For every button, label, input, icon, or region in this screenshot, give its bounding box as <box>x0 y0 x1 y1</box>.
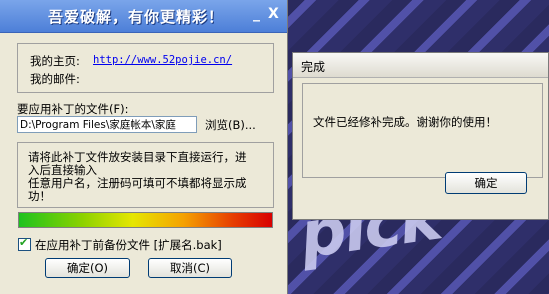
done-dialog: 完成 文件已经修补完成。谢谢你的使用！ 确定 <box>292 52 549 220</box>
instructions-box: 请将此补丁文件放安装目录下直接运行，进 入后直接输入 任意用户名，注册码可填可不… <box>17 142 274 208</box>
done-message: 文件已经修补完成。谢谢你的使用！ <box>313 115 497 129</box>
file-label: 要应用补丁的文件(F): <box>17 102 129 116</box>
browse-button[interactable]: 浏览(B)... <box>205 117 256 133</box>
backup-checkbox[interactable]: 在应用补丁前备份文件 [扩展名.bak] <box>18 236 222 253</box>
author-info-box: 我的主页: http://www.52pojie.cn/ 我的邮件: <box>17 43 274 93</box>
done-title: 完成 <box>301 60 326 74</box>
progress-bar <box>18 212 273 228</box>
note-line-4: 功！ <box>28 189 51 203</box>
close-icon[interactable]: X <box>268 6 279 22</box>
home-link[interactable]: http://www.52pojie.cn/ <box>93 54 232 66</box>
patch-title-bar: 吾爱破解，有你更精彩！ _ X <box>0 0 287 33</box>
cancel-button[interactable]: 取消(C) <box>148 258 232 278</box>
email-label: 我的邮件: <box>30 72 80 86</box>
home-label: 我的主页: <box>30 54 80 68</box>
note-line-3: 任意用户名，注册码可填可不填都将显示成 <box>28 176 247 190</box>
patch-window: 吾爱破解，有你更精彩！ _ X 我的主页: http://www.52pojie… <box>0 0 288 294</box>
ok-button[interactable]: 确定(O) <box>45 258 130 278</box>
patch-title: 吾爱破解，有你更精彩！ <box>48 8 225 26</box>
done-title-bar: 完成 <box>293 53 548 78</box>
file-path-input[interactable]: D:\Program Files\家庭帐本\家庭 <box>17 116 197 133</box>
done-message-box: 文件已经修补完成。谢谢你的使用！ <box>302 83 543 178</box>
minimize-icon[interactable]: _ <box>253 6 260 22</box>
done-ok-button[interactable]: 确定 <box>445 172 527 194</box>
backup-label: 在应用补丁前备份文件 [扩展名.bak] <box>35 238 222 252</box>
checkbox-checked-icon[interactable] <box>18 236 31 251</box>
